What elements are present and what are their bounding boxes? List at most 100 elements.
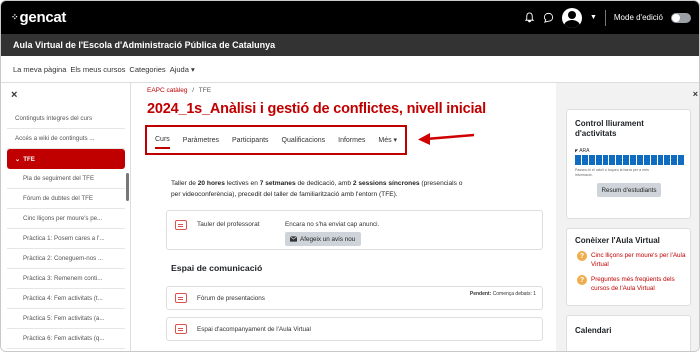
progress-segment[interactable]: [595, 155, 602, 165]
student-summary-button[interactable]: Resum d'estudiants: [597, 183, 661, 197]
edit-mode-label: Mode d'edició: [613, 13, 663, 22]
progress-segment[interactable]: [602, 155, 609, 165]
chevron-down-icon: ▾: [190, 64, 195, 74]
intro-text-3: de dedicació, amb: [295, 180, 353, 187]
sidebar-item-label: Continguts íntegres del curs: [15, 115, 93, 122]
divider: [604, 9, 606, 26]
page-content: × Continguts íntegres del curs Accés a wi…: [1, 83, 699, 351]
tab-more[interactable]: Més ▾: [378, 132, 397, 148]
breadcrumb-catalog[interactable]: EAPC catàleg: [147, 87, 187, 94]
activity-progress-bar[interactable]: [575, 155, 684, 165]
help-link[interactable]: Cinc lliçons per moure's per l'Aula Virt…: [591, 251, 687, 269]
sidebar-item[interactable]: Pràctica 1: Posem cares a l'...: [7, 229, 125, 249]
course-index: Continguts íntegres del curs Accés a wiki…: [7, 109, 125, 351]
sidebar-item-label: Accés a wiki de continguts ...: [15, 135, 95, 142]
progress-segment[interactable]: [657, 155, 664, 165]
nav-help-label: Ajuda: [169, 64, 189, 74]
sidebar-item[interactable]: Pràctica 2: Coneguem-nos ...: [7, 249, 125, 269]
breadcrumb: EAPC catàleg / TFE: [147, 87, 211, 94]
calendar-block: Calendari: [566, 315, 691, 351]
chat-icon[interactable]: [543, 12, 554, 23]
progress-segment[interactable]: [636, 155, 643, 165]
section-title: Espai de comunicació: [171, 263, 263, 273]
progress-segment[interactable]: [671, 155, 678, 165]
sidebar-section-tfe[interactable]: ⌄ TFE: [7, 149, 125, 169]
block-title: Calendari: [575, 326, 612, 335]
intro-sessions: 2 sessions síncrones: [352, 180, 420, 187]
pending-status: Pendent: Comença debats: 1: [470, 291, 536, 297]
activity-forum-presentations: Fòrum de presentacions Pendent: Comença …: [166, 286, 543, 310]
forum-icon: [175, 293, 187, 303]
progress-segment[interactable]: [609, 155, 616, 165]
sidebar-item[interactable]: Pla de seguiment del TFE: [7, 169, 125, 189]
progress-segment[interactable]: [643, 155, 650, 165]
chevron-down-icon[interactable]: ⌄: [15, 156, 20, 163]
help-block: Conèixer l'Aula Virtual ? Cinc lliçons p…: [566, 228, 691, 306]
progress-segment[interactable]: [581, 155, 588, 165]
activity-link[interactable]: Fòrum de presentacions: [197, 295, 265, 302]
bell-icon[interactable]: [524, 12, 535, 23]
sidebar-item-label: Pla de seguiment del TFE: [23, 175, 95, 182]
progress-segment[interactable]: [575, 155, 581, 165]
sidebar-item-label: Pràctica 3: Remenem conti...: [23, 275, 103, 282]
course-intro: Taller de 20 hores lectives en 7 setmane…: [171, 179, 471, 200]
help-link[interactable]: Preguntes més freqüents dels cursos de l…: [591, 275, 687, 293]
chevron-down-icon[interactable]: ▼: [590, 14, 597, 21]
annotation-arrow-icon: [418, 133, 475, 145]
tab-participants[interactable]: Participants: [232, 133, 269, 148]
help-link-row[interactable]: ? Preguntes més freqüents dels cursos de…: [577, 275, 687, 293]
site-title[interactable]: Aula Virtual de l'Escola d'Administració…: [1, 34, 699, 56]
tab-reports[interactable]: Informes: [338, 133, 365, 148]
block-title: Conèixer l'Aula Virtual: [575, 236, 660, 245]
progress-segment[interactable]: [678, 155, 684, 165]
page-title: 2024_1s_Anàlisi i gestió de conflictes, …: [147, 101, 486, 117]
close-drawer-icon[interactable]: ×: [693, 89, 698, 99]
nav-my-courses[interactable]: Els meus cursos: [70, 65, 125, 74]
sidebar-item-label: Pràctica 6: Fem activitats (q...: [23, 335, 105, 342]
edit-mode-toggle[interactable]: [671, 12, 691, 23]
activity-link[interactable]: Espai d'acompanyament de l'Aula Virtual: [197, 326, 311, 333]
user-avatar-icon[interactable]: [561, 7, 582, 28]
question-icon: ?: [577, 251, 587, 261]
progress-segment[interactable]: [630, 155, 636, 165]
sidebar-item-label: Pràctica 2: Coneguem-nos ...: [23, 255, 104, 262]
activity-support-space: Espai d'acompanyament de l'Aula Virtual: [166, 317, 543, 341]
top-right-controls: ▼ Mode d'edició: [524, 7, 691, 28]
progress-segment[interactable]: [664, 155, 671, 165]
intro-text-1: Taller de: [171, 180, 198, 187]
tab-settings[interactable]: Paràmetres: [183, 133, 219, 148]
gencat-logo[interactable]: ⁘ gencat: [11, 9, 66, 26]
drawer-scrollbar[interactable]: [126, 173, 129, 201]
sidebar-item[interactable]: Pràctica 6: Fem activitats (q...: [7, 329, 125, 349]
close-drawer-icon[interactable]: ×: [11, 89, 17, 101]
pending-label: Pendent:: [469, 291, 492, 297]
main-region: EAPC catàleg / TFE 2024_1s_Anàlisi i ges…: [131, 83, 556, 351]
progress-segment[interactable]: [588, 155, 595, 165]
nav-my-page[interactable]: La meva pàgina: [13, 65, 66, 74]
tab-course[interactable]: Curs: [155, 132, 170, 149]
sidebar-item[interactable]: Pràctica 4: Fem activitats (t...: [7, 289, 125, 309]
breadcrumb-tfe[interactable]: TFE: [199, 87, 211, 94]
sidebar-item[interactable]: Pràctica 3: Remenem conti...: [7, 269, 125, 289]
sidebar-item[interactable]: Cinc lliçons per moure's pe...: [7, 209, 125, 229]
nav-help[interactable]: Ajuda ▾: [170, 65, 195, 74]
nav-categories[interactable]: Categories: [129, 65, 165, 74]
sidebar-item[interactable]: Fòrum de dubtes del TFE: [7, 189, 125, 209]
sidebar-item-label: Pràctica 4: Fem activitats (t...: [23, 295, 103, 302]
question-icon: ?: [577, 275, 587, 285]
pending-text: Comença debats: 1: [491, 291, 536, 297]
sidebar-item[interactable]: Accés a wiki de continguts ...: [7, 129, 125, 149]
now-marker: ARA: [575, 148, 589, 154]
tab-grades[interactable]: Qualificacions: [282, 133, 326, 148]
progress-segment[interactable]: [623, 155, 629, 165]
help-link-row[interactable]: ? Cinc lliçons per moure's per l'Aula Vi…: [577, 251, 687, 269]
top-bar: ⁘ gencat ▼ Mode d'edició: [1, 1, 699, 34]
teacher-forum-link[interactable]: Tauler del professorat: [197, 221, 260, 228]
progress-segment[interactable]: [650, 155, 657, 165]
sidebar-item[interactable]: Pràctica 5: Fem activitats (a...: [7, 309, 125, 329]
progress-segment[interactable]: [616, 155, 623, 165]
sidebar-item[interactable]: Continguts íntegres del curs: [7, 109, 125, 129]
sidebar-item-label: Pràctica 1: Posem cares a l'...: [23, 235, 105, 242]
progress-legend: Passeu-hi el ratolí o toqueu la barra pe…: [575, 168, 649, 177]
add-announcement-button[interactable]: Afegeix un avís nou: [285, 232, 361, 246]
